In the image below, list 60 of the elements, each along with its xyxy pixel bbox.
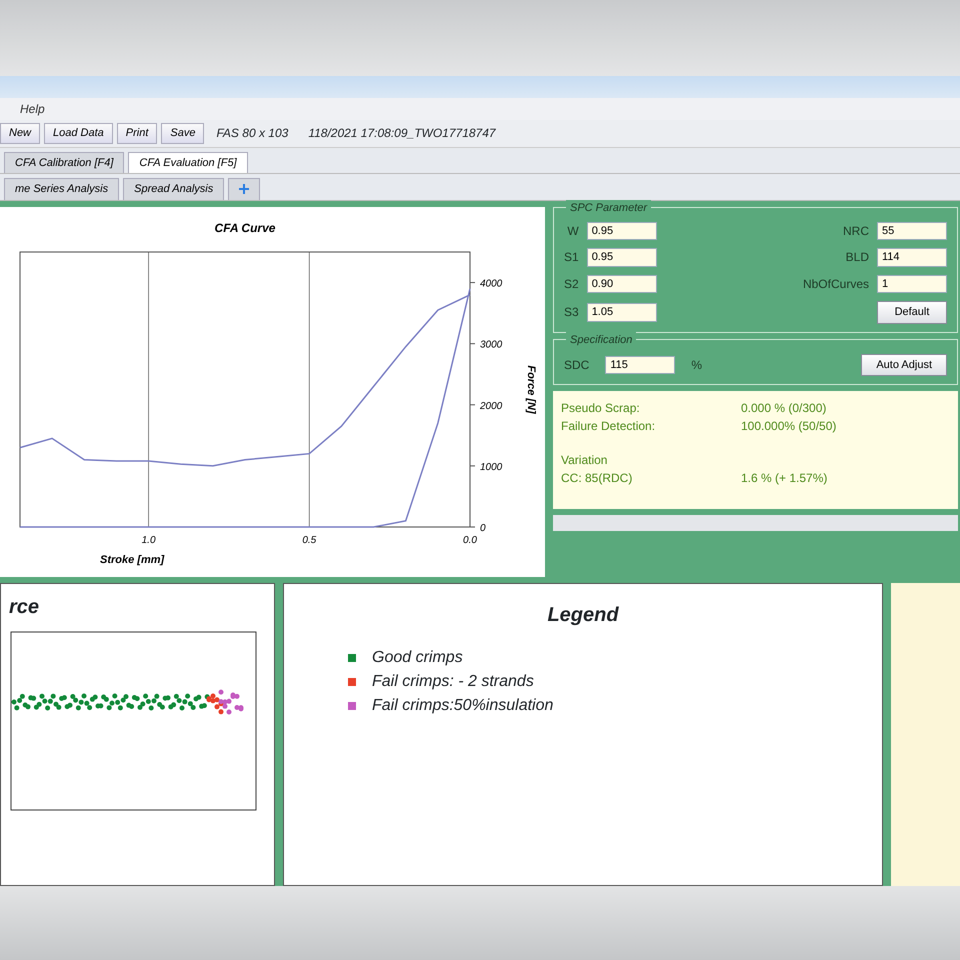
axis-label: Stroke [mm] — [100, 554, 164, 566]
spin-field[interactable]: 0.95 — [586, 248, 657, 266]
spin-field[interactable]: 55 — [877, 222, 947, 240]
default-button[interactable]: Default — [877, 301, 947, 324]
result-value: 1.6 % (+ 1.57%) — [741, 470, 828, 487]
toolbar-button[interactable]: Load Data — [44, 123, 113, 144]
toolbar-info: 118/2021 17:08:09_TWO17718747 — [307, 125, 497, 142]
tick-label: 4000 — [480, 278, 502, 290]
spin-field[interactable]: 0.95 — [586, 222, 657, 240]
result-label: Failure Detection: — [561, 418, 656, 435]
tab[interactable]: Spread Analysis — [123, 178, 224, 200]
scatter-point — [218, 689, 224, 694]
field-label: NRC — [842, 222, 869, 240]
field-label: SDC — [564, 356, 590, 374]
spin-field[interactable]: 1 — [877, 274, 947, 293]
tick-label: 0.5 — [302, 534, 316, 546]
legend-label: Fail crimps:50%insulation — [372, 696, 554, 716]
panel-title: rce — [9, 594, 40, 620]
toolbar-info: FAS 80 x 103 — [215, 125, 290, 142]
tab[interactable]: me Series Analysis — [4, 178, 120, 200]
result-label: CC: 85(RDC) — [561, 470, 634, 487]
group-title: Specification — [566, 332, 636, 348]
tab[interactable]: CFA Evaluation [F5] — [128, 152, 248, 173]
tick-label: 3000 — [480, 339, 502, 350]
field-label: S3 — [564, 304, 579, 322]
field-label: BLD — [844, 249, 869, 266]
tick-label: 1.0 — [142, 534, 156, 546]
scatter-point — [148, 705, 154, 710]
tick-label: 2000 — [480, 400, 502, 412]
scroll-bar[interactable] — [553, 515, 958, 531]
result-value: 0.000 % (0/300) — [741, 400, 826, 417]
tab[interactable]: CFA Calibration [F4] — [4, 152, 124, 173]
field-label: S1 — [564, 249, 579, 266]
tick-label: 0.0 — [463, 534, 477, 546]
toolbar-button[interactable]: Print — [116, 123, 158, 144]
spin-field[interactable]: 1.05 — [586, 303, 657, 322]
auto-adjust-button[interactable]: Auto Adjust — [861, 354, 947, 376]
scatter-point — [45, 705, 50, 710]
toolbar-button[interactable]: New — [0, 123, 40, 144]
field-label: W — [566, 222, 579, 240]
result-value: 100.000% (50/50) — [741, 418, 836, 435]
unit-label: % — [691, 356, 702, 374]
plus-icon — [239, 184, 250, 194]
field-label: S2 — [564, 276, 579, 293]
tick-label: 1000 — [480, 461, 502, 472]
spin-field[interactable]: 115 — [605, 356, 676, 374]
axis-label: Force [N] — [525, 364, 537, 414]
spin-field[interactable]: 114 — [877, 248, 947, 266]
result-label: Variation — [561, 452, 608, 469]
legend-title: Legend — [546, 602, 620, 628]
tick-label: 0 — [480, 522, 486, 534]
legend-label: Good crimps — [372, 648, 463, 668]
legend-label: Fail crimps: - 2 strands — [372, 672, 534, 692]
add-tab-button[interactable] — [228, 178, 260, 200]
result-label: Pseudo Scrap: — [561, 400, 641, 417]
menu-item[interactable]: Help — [20, 100, 45, 118]
chart-title: CFA Curve — [214, 220, 276, 234]
toolbar-button[interactable]: Save — [161, 123, 204, 144]
spin-field[interactable]: 0.90 — [586, 274, 657, 293]
field-label: NbOfCurves — [802, 276, 869, 293]
